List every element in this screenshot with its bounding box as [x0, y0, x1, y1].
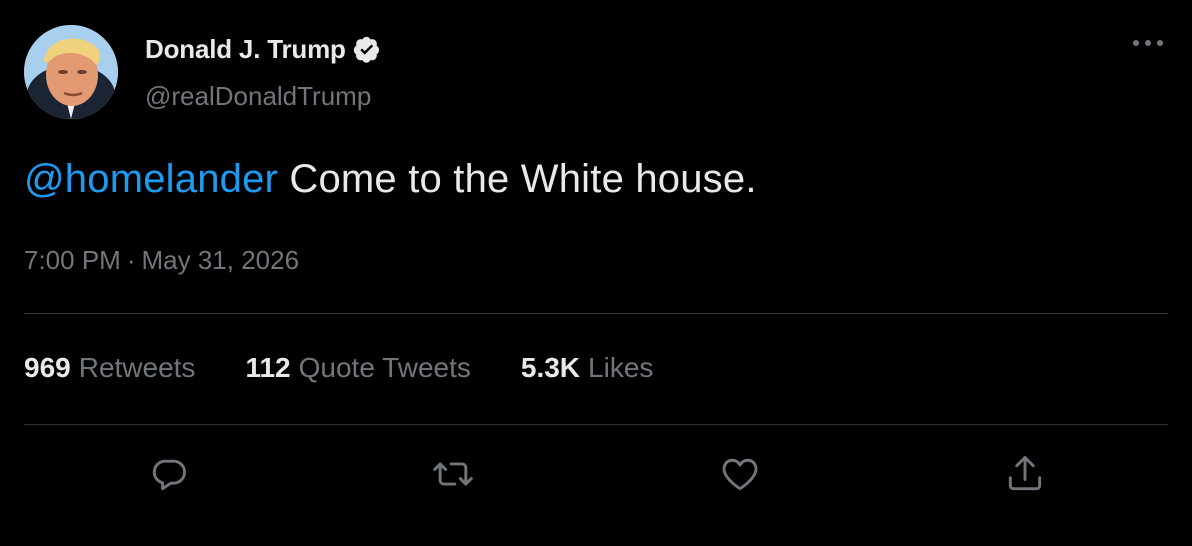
share-icon — [1008, 456, 1042, 491]
retweet-button[interactable] — [431, 452, 475, 496]
divider — [24, 313, 1168, 314]
more-options-button[interactable] — [1128, 33, 1168, 53]
retweet-icon — [433, 462, 473, 486]
avatar[interactable] — [24, 25, 118, 119]
divider — [24, 424, 1168, 425]
meta-separator: · — [126, 245, 136, 275]
heart-icon — [722, 458, 758, 491]
share-button[interactable] — [1003, 452, 1047, 496]
reply-icon — [152, 459, 186, 491]
reply-button[interactable] — [147, 452, 191, 496]
quote-tweets-count: 112 — [245, 352, 291, 383]
tweet-text: @homelander Come to the White house. — [24, 157, 757, 202]
avatar-portrait-icon — [24, 25, 118, 119]
quote-tweets-label: Quote Tweets — [298, 352, 471, 383]
retweets-count: 969 — [24, 352, 71, 383]
likes-label: Likes — [588, 352, 654, 383]
tweet-timestamp[interactable]: 7:00 PM · May 31, 2026 — [24, 245, 299, 276]
tweet-date[interactable]: May 31, 2026 — [142, 245, 300, 275]
tweet-card: Donald J. Trump @realDonaldTrump @homela… — [0, 0, 1192, 546]
author-name-row[interactable]: Donald J. Trump — [145, 34, 381, 65]
likes-stat[interactable]: 5.3K Likes — [521, 352, 654, 384]
quote-tweets-stat[interactable]: 112 Quote Tweets — [245, 352, 470, 384]
tweet-body: Come to the White house. — [278, 157, 757, 201]
author-handle[interactable]: @realDonaldTrump — [145, 81, 371, 112]
mention-link[interactable]: @homelander — [24, 157, 278, 201]
tweet-time[interactable]: 7:00 PM — [24, 245, 121, 275]
more-dots-icon — [1133, 40, 1163, 46]
likes-count: 5.3K — [520, 352, 581, 383]
verified-badge-icon — [352, 35, 381, 64]
engagement-stats: 969 Retweets 112 Quote Tweets 5.3K Likes — [24, 352, 703, 384]
retweets-label: Retweets — [78, 352, 196, 383]
action-bar — [0, 452, 1192, 496]
like-button[interactable] — [718, 452, 762, 496]
author-display-name[interactable]: Donald J. Trump — [145, 34, 346, 65]
retweets-stat[interactable]: 969 Retweets — [24, 352, 195, 384]
